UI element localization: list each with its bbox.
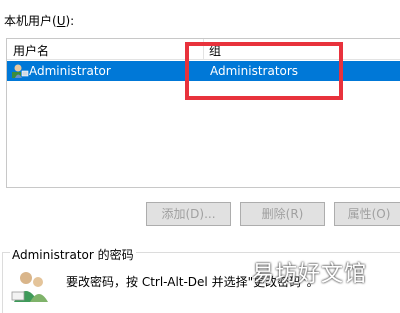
delete-button[interactable]: 删除(R) — [240, 202, 325, 226]
row-username: Administrator — [29, 64, 111, 78]
users-key-icon — [11, 272, 48, 302]
user-icon — [12, 64, 29, 78]
local-users-label: 本机用户(U): — [4, 14, 75, 28]
highlight-box — [185, 42, 343, 100]
add-button[interactable]: 添加(D)... — [146, 202, 231, 226]
password-section-title: Administrator 的密码 — [10, 246, 136, 263]
watermark-text: 易坊好文馆 — [252, 262, 368, 287]
column-header-username[interactable]: 用户名 — [13, 42, 49, 59]
properties-button[interactable]: 属性(O) — [334, 202, 400, 226]
